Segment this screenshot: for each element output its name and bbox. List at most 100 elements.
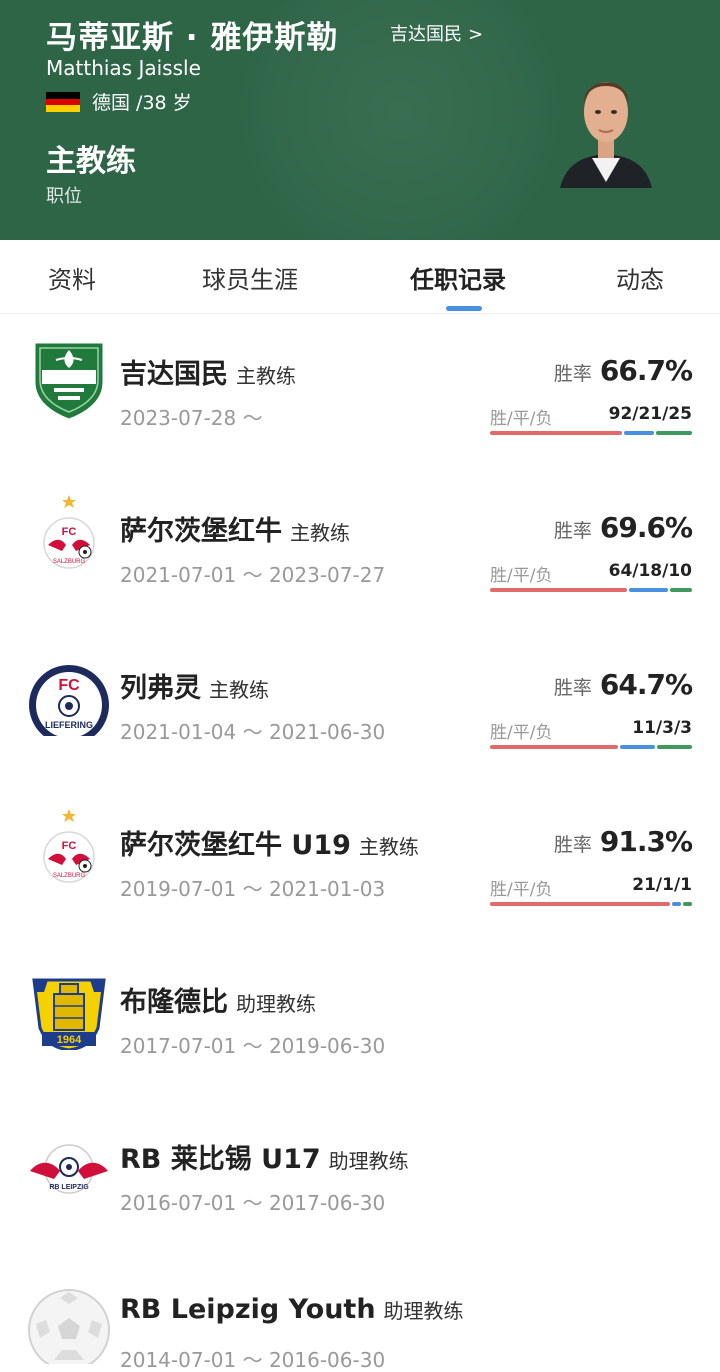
win-segment	[490, 902, 671, 906]
salzburg-crest-icon: FC SALZBURG	[43, 809, 95, 883]
wdl-label: 胜/平/负	[490, 409, 553, 429]
win-rate: 胜率 69.6%	[553, 511, 693, 544]
wdl-label: 胜/平/负	[490, 880, 553, 900]
loss-segment	[656, 431, 692, 435]
win-rate: 胜率 91.3%	[553, 825, 693, 858]
svg-text:FC: FC	[62, 526, 77, 538]
football-placeholder-icon	[28, 1289, 110, 1364]
club-name: 萨尔茨堡红牛 U19 主教练	[120, 830, 419, 861]
wdl-bar	[490, 588, 692, 592]
tenure-period: 2023-07-28 ～	[120, 406, 263, 430]
wdl-stats: 胜/平/负 21/1/1	[490, 875, 692, 900]
club-name: 列弗灵 主教练	[120, 673, 269, 704]
win-rate: 胜率 64.7%	[553, 668, 693, 701]
tenure-period: 2021-01-04 ～ 2021-06-30	[120, 720, 386, 744]
tenure-period: 2017-07-01 ～ 2019-06-30	[120, 1034, 386, 1058]
coach-role-label: 职位	[46, 186, 82, 207]
club-role: 助理教练	[236, 992, 316, 1016]
win-rate-value: 91.3%	[599, 825, 693, 858]
win-rate: 胜率 66.7%	[553, 354, 693, 387]
svg-text:SALZBURG: SALZBURG	[53, 873, 86, 879]
record-row[interactable]: FC SALZBURG 萨尔茨堡红牛 主教练 2021-07-01 ～ 2023-…	[0, 481, 720, 638]
coach-role: 主教练	[46, 144, 136, 179]
tab-news[interactable]: 动态	[616, 260, 664, 295]
loss-segment	[670, 588, 692, 592]
record-row[interactable]: RB Leipzig Youth 助理教练 2014-07-01 ～ 2016-0…	[0, 1266, 720, 1372]
svg-text:SALZBURG: SALZBURG	[53, 559, 86, 565]
loss-segment	[683, 902, 692, 906]
win-segment	[490, 431, 622, 435]
al-ahli-crest-icon	[32, 340, 106, 422]
win-segment	[490, 588, 628, 592]
coach-avatar	[560, 82, 652, 188]
nationality-age: 德国 /38 岁	[92, 92, 192, 114]
club-role: 主教练	[236, 364, 296, 388]
record-row[interactable]: 吉达国民 主教练 2023-07-28 ～ 胜率 66.7% 胜/平/负 92/21…	[0, 324, 720, 481]
record-row[interactable]: FC LIEFERING 列弗灵 主教练 2021-01-04 ～ 2021-06…	[0, 638, 720, 795]
club-role: 助理教练	[383, 1299, 464, 1323]
liefering-crest-icon: FC LIEFERING	[29, 665, 109, 736]
current-club-link-label: 吉达国民	[390, 24, 462, 45]
coach-header: 马蒂亚斯 · 雅伊斯勒 吉达国民 > Matthias Jaissle 德国 /3…	[0, 0, 720, 240]
win-rate-value: 64.7%	[599, 668, 693, 701]
wdl-label: 胜/平/负	[490, 566, 553, 586]
tab-coaching-record[interactable]: 任职记录	[410, 260, 506, 295]
brondby-crest-icon: 1964	[32, 978, 106, 1050]
win-rate-label: 胜率	[553, 677, 592, 699]
record-row[interactable]: RB LEIPZIG RB 莱比锡 U17 助理教练 2016-07-01 ～ 2…	[0, 1109, 720, 1266]
tab-bar: 资料 球员生涯 任职记录 动态	[0, 240, 720, 314]
wdl-bar	[490, 902, 692, 906]
win-segment	[490, 745, 618, 749]
club-role: 主教练	[290, 521, 350, 545]
tenure-period: 2016-07-01 ～ 2017-06-30	[120, 1191, 386, 1215]
current-club-link[interactable]: 吉达国民 >	[390, 20, 483, 46]
chevron-right-icon: >	[468, 24, 484, 45]
draw-segment	[620, 745, 655, 749]
club-name: 布隆德比 助理教练	[120, 987, 316, 1018]
svg-text:FC: FC	[62, 840, 77, 852]
draw-segment	[672, 902, 682, 906]
record-row[interactable]: 1964 布隆德比 助理教练 2017-07-01 ～ 2019-06-30	[0, 952, 720, 1109]
wdl-value: 21/1/1	[632, 875, 692, 895]
club-role: 主教练	[209, 678, 269, 702]
club-name: 萨尔茨堡红牛 主教练	[120, 516, 350, 547]
wdl-bar	[490, 431, 692, 435]
coach-name-chinese: 马蒂亚斯 · 雅伊斯勒	[46, 20, 339, 56]
club-role: 主教练	[358, 835, 419, 859]
wdl-value: 92/21/25	[608, 404, 692, 424]
tenure-period: 2021-07-01 ～ 2023-07-27	[120, 563, 386, 587]
wdl-label: 胜/平/负	[490, 723, 553, 743]
club-name: 吉达国民 主教练	[120, 359, 296, 390]
club-name: RB Leipzig Youth 助理教练	[120, 1294, 464, 1325]
wdl-stats: 胜/平/负 64/18/10	[490, 561, 692, 586]
tenure-period: 2019-07-01 ～ 2021-01-03	[120, 877, 386, 901]
record-row[interactable]: FC SALZBURG 萨尔茨堡红牛 U19 主教练 2019-07-01 ～ 2…	[0, 795, 720, 952]
wdl-stats: 胜/平/负 92/21/25	[490, 404, 692, 429]
svg-text:FC: FC	[58, 677, 80, 694]
club-name: RB 莱比锡 U17 助理教练	[120, 1144, 409, 1175]
win-rate-value: 69.6%	[599, 511, 693, 544]
rb-leipzig-crest-icon: RB LEIPZIG	[30, 1144, 108, 1194]
win-rate-value: 66.7%	[599, 354, 693, 387]
svg-text:RB LEIPZIG: RB LEIPZIG	[49, 1184, 89, 1191]
tab-player-career[interactable]: 球员生涯	[202, 260, 298, 295]
loss-segment	[657, 745, 692, 749]
win-rate-label: 胜率	[553, 363, 592, 385]
svg-text:1964: 1964	[57, 1034, 82, 1046]
draw-segment	[624, 431, 654, 435]
wdl-bar	[490, 745, 692, 749]
salzburg-crest-icon: FC SALZBURG	[43, 495, 95, 569]
draw-segment	[629, 588, 669, 592]
svg-text:LIEFERING: LIEFERING	[45, 720, 93, 730]
tab-profile[interactable]: 资料	[48, 260, 96, 295]
wdl-stats: 胜/平/负 11/3/3	[490, 718, 692, 743]
wdl-value: 11/3/3	[632, 718, 692, 738]
club-role: 助理教练	[328, 1149, 409, 1173]
win-rate-label: 胜率	[553, 520, 592, 542]
germany-flag-icon	[46, 92, 80, 113]
win-rate-label: 胜率	[553, 834, 592, 856]
coach-name-english: Matthias Jaissle	[46, 56, 201, 80]
tenure-period: 2014-07-01 ～ 2016-06-30	[120, 1348, 386, 1372]
wdl-value: 64/18/10	[608, 561, 692, 581]
active-tab-indicator	[446, 306, 482, 311]
